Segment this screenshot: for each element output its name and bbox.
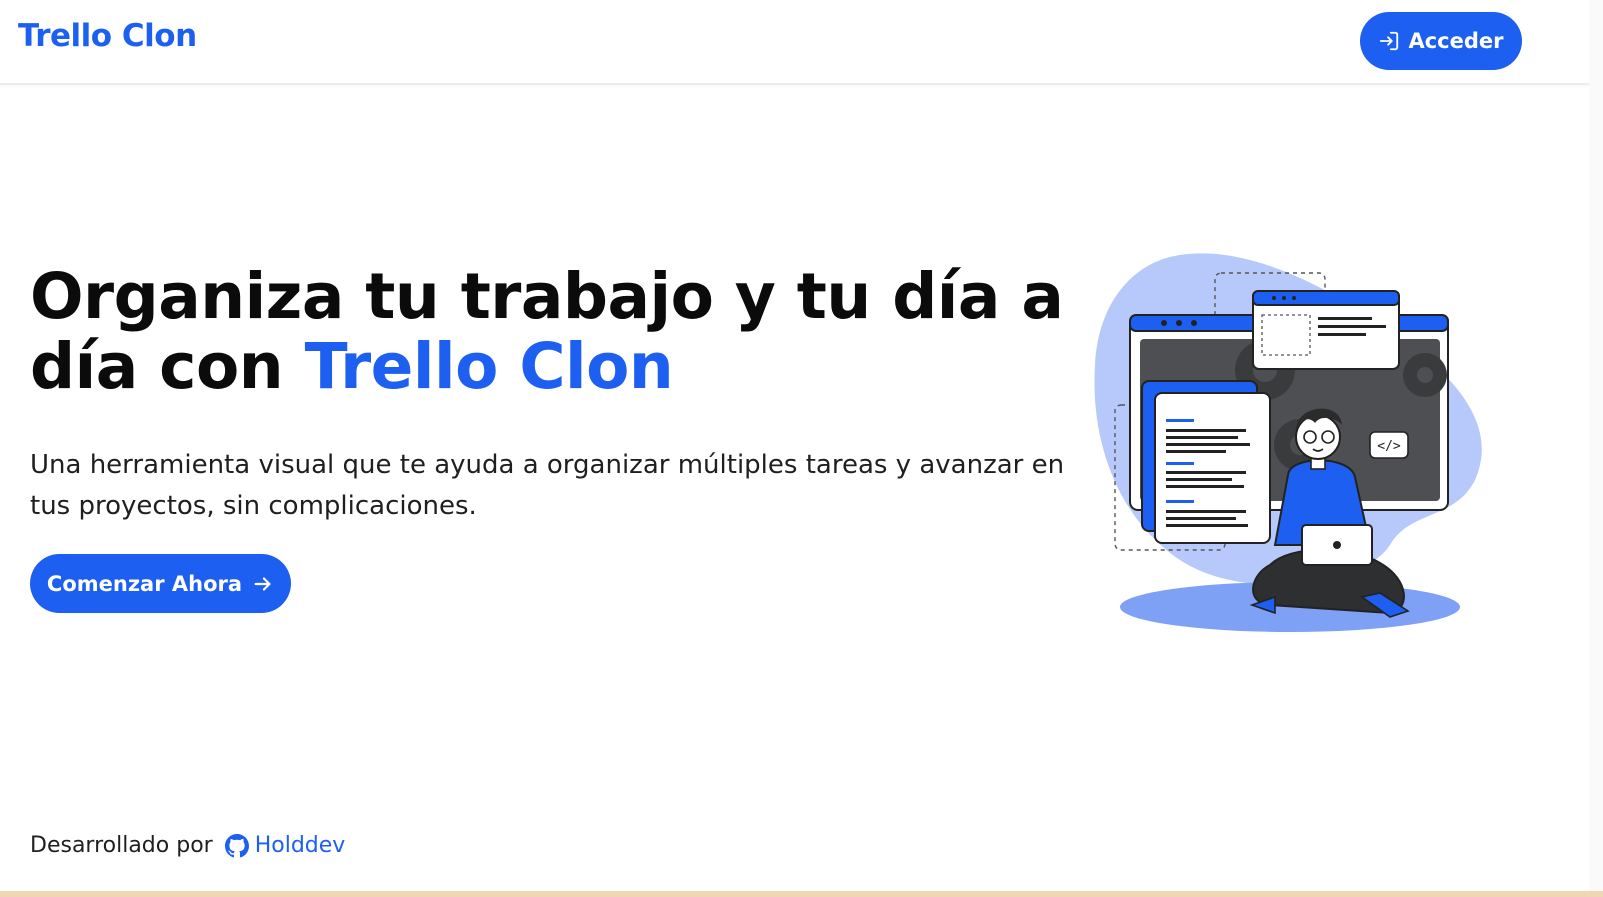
landing-page: Trello Clon Acceder Organiza tu trabajo … (0, 0, 1603, 897)
get-started-label: Comenzar Ahora (46, 571, 243, 596)
brand-logo[interactable]: Trello Clon (18, 18, 197, 54)
github-icon (224, 833, 249, 857)
login-button[interactable]: Acceder (1360, 12, 1522, 70)
document-card (1154, 392, 1271, 544)
hero-subtitle: Una herramienta visual que te ayuda a or… (30, 450, 1065, 521)
author-link[interactable]: Holddev (224, 833, 346, 858)
bottom-edge-strip (0, 891, 1603, 897)
page-scrollbar[interactable] (1589, 0, 1603, 891)
login-arrow-icon (1380, 31, 1399, 51)
hero-illustration: </> (1094, 253, 1482, 632)
code-tag-text: </> (1377, 439, 1401, 454)
footer-credit: Desarrollado por Holddev (30, 833, 345, 858)
get-started-button[interactable]: Comenzar Ahora (30, 554, 291, 613)
login-button-label: Acceder (1408, 29, 1504, 53)
hero-headline: Organiza tu trabajo y tu día a día con T… (30, 262, 1070, 402)
footer-credit-text: Desarrollado por (30, 833, 213, 858)
arrow-right-icon (254, 576, 271, 591)
top-navbar: Trello Clon Acceder (0, 0, 1603, 85)
hero-headline-accent: Trello Clon (304, 330, 674, 403)
author-link-label: Holddev (254, 833, 346, 858)
